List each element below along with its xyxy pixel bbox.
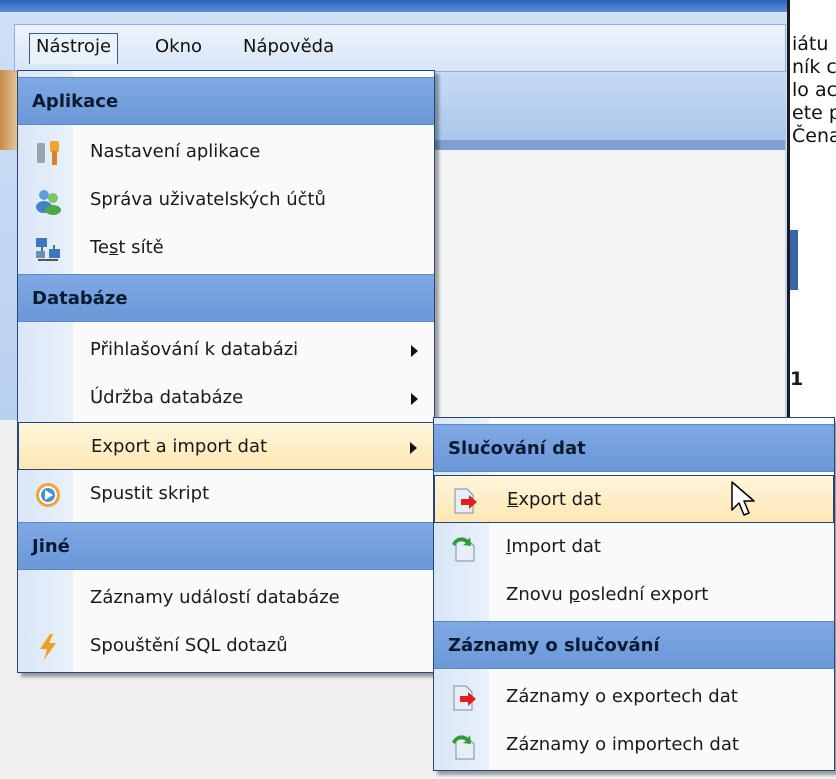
menu-item-label: Export a import dat [91, 436, 268, 457]
section-header-databaze: Databáze [18, 274, 434, 322]
menu-item-label: Záznamy o exportech dat [506, 686, 738, 707]
label-part: t sítě [118, 237, 164, 258]
label-part: Te [90, 237, 110, 258]
section-header-aplikace: Aplikace [18, 77, 434, 125]
import-icon [450, 731, 478, 760]
menu-item-znovu-posledni-export[interactable]: Znovu poslední export [434, 571, 834, 619]
menu-item-label: Test sítě [90, 224, 164, 272]
menu-item-label: Spustit skript [90, 483, 210, 504]
section-header-jine: Jiné [18, 522, 434, 570]
menu-item-sprava-uctu[interactable]: Správa uživatelských účtů [18, 176, 434, 224]
play-script-icon [34, 480, 62, 508]
doc-text-line: ník c [792, 56, 836, 78]
doc-text-line: iátu [792, 33, 829, 55]
tools-dropdown-menu: Aplikace Nastavení aplikace Správa uživa… [17, 70, 435, 673]
accelerator-key: p [568, 584, 580, 605]
menu-item-spustit-skript[interactable]: Spustit skript [18, 470, 434, 518]
accelerator-key: s [109, 237, 119, 258]
import-icon [450, 533, 478, 562]
section-header-zaznamy-o-slucovani: Záznamy o slučování [434, 621, 834, 669]
menu-item-label: Přihlašování k databázi [90, 339, 299, 360]
network-icon [34, 234, 62, 262]
menu-nastroje[interactable]: Nástroje [29, 33, 119, 64]
menu-item-label: Údržba databáze [90, 387, 244, 408]
menu-napoveda[interactable]: Nápověda [237, 34, 340, 60]
menu-item-test-site[interactable]: Test sítě [18, 224, 434, 272]
users-icon [34, 186, 62, 215]
section-header-slucovani-dat: Slučování dat [434, 424, 834, 472]
background-document: iátu ník c lo ac ete p Čena 1 [787, 0, 836, 420]
background-panel-header [430, 70, 786, 150]
menu-item-label: Záznamy událostí databáze [90, 587, 340, 608]
export-icon [451, 486, 479, 514]
menu-item-zaznamy-udalosti[interactable]: Záznamy událostí databáze [18, 574, 434, 622]
tools-icon [34, 138, 62, 166]
label-part: xport dat [518, 489, 602, 510]
submenu-arrow-icon [411, 345, 418, 357]
menu-bar: Nástroje Okno Nápověda [14, 24, 786, 72]
menu-item-label: Export dat [507, 476, 601, 524]
doc-text-line: lo ac [792, 79, 836, 101]
export-icon [450, 683, 478, 711]
menu-okno[interactable]: Okno [149, 34, 208, 60]
doc-text-line: Čena [792, 125, 836, 147]
menu-item-label: Import dat [506, 523, 601, 571]
menu-item-label: Spouštění SQL dotazů [90, 635, 288, 656]
label-part: Znovu [506, 584, 569, 605]
menu-item-zaznamy-exportu[interactable]: Záznamy o exportech dat [434, 673, 834, 721]
menu-item-prihlasovani[interactable]: Přihlašování k databázi [18, 326, 434, 374]
lightning-icon [34, 632, 62, 660]
menu-item-nastaveni-aplikace[interactable]: Nastavení aplikace [18, 128, 434, 176]
doc-blue-block [790, 230, 798, 290]
submenu-arrow-icon [410, 442, 417, 454]
label-part: oslední export [579, 584, 709, 605]
menu-item-label: Znovu poslední export [506, 571, 708, 619]
menu-item-label: Nastavení aplikace [90, 141, 261, 162]
export-import-submenu: Slučování dat Export dat Import dat Znov… [433, 417, 835, 771]
doc-number: 1 [790, 368, 804, 390]
background-panel-strip [430, 140, 785, 150]
menu-item-sql-dotazy[interactable]: Spouštění SQL dotazů [18, 622, 434, 670]
menu-item-export-import[interactable]: Export a import dat [18, 422, 434, 470]
menu-item-udrzba[interactable]: Údržba databáze [18, 374, 434, 422]
accelerator-key: E [507, 489, 519, 510]
menu-item-import-dat[interactable]: Import dat [434, 523, 834, 571]
app-title-strip [0, 0, 787, 12]
label-part: mport dat [511, 536, 601, 557]
menu-item-zaznamy-importu[interactable]: Záznamy o importech dat [434, 721, 834, 769]
menu-item-label: Správa uživatelských účtů [90, 189, 326, 210]
toolbar-image-fragment [0, 70, 18, 150]
menu-item-export-dat[interactable]: Export dat [434, 475, 834, 523]
background-panel-body [430, 150, 785, 420]
doc-text-line: ete p [792, 102, 836, 124]
menu-item-label: Záznamy o importech dat [506, 734, 739, 755]
mouse-pointer-icon [730, 480, 760, 520]
submenu-arrow-icon [411, 393, 418, 405]
